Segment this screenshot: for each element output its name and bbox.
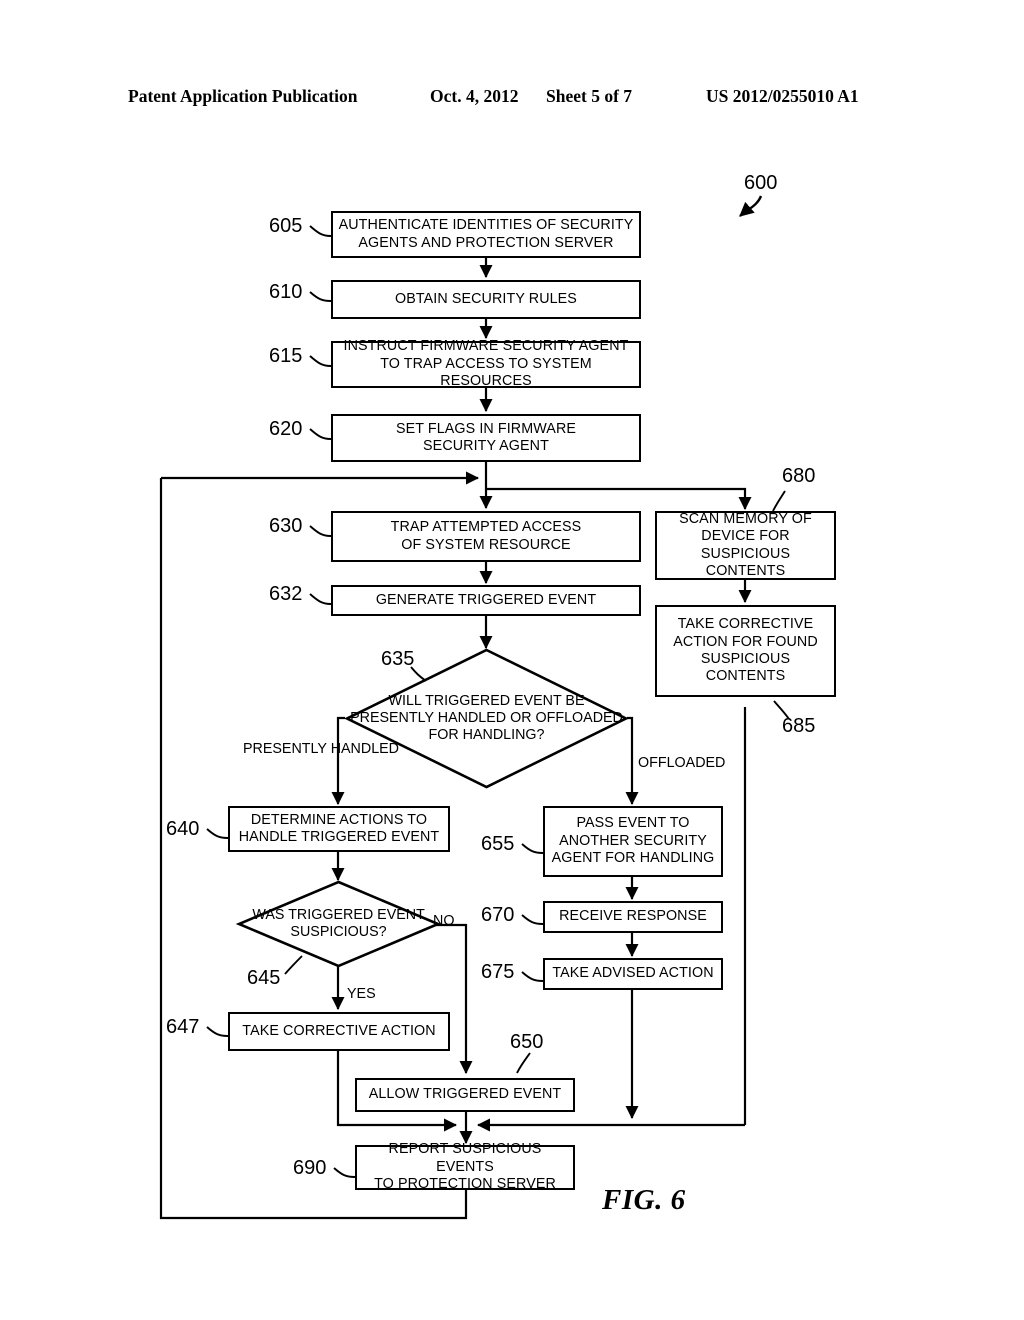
ref-630: 630 — [269, 515, 303, 537]
ref-690: 690 — [293, 1157, 327, 1179]
ref-645: 645 — [247, 967, 281, 989]
ref-600: 600 — [744, 172, 778, 194]
ref-640: 640 — [166, 818, 200, 840]
ref-615: 615 — [269, 345, 303, 367]
ref-635: 635 — [381, 648, 415, 670]
reference-leaders — [206, 225, 790, 1178]
ref-610: 610 — [269, 281, 303, 303]
figure-caption: FIG. 6 — [602, 1184, 686, 1216]
ref-647: 647 — [166, 1016, 200, 1038]
ref-620: 620 — [269, 418, 303, 440]
ref-680: 680 — [782, 465, 816, 487]
ref-675: 675 — [481, 961, 515, 983]
ref-605: 605 — [269, 215, 303, 237]
patent-sheet: Patent Application Publication Oct. 4, 2… — [0, 0, 1024, 1320]
ref-632: 632 — [269, 583, 303, 605]
ref-650: 650 — [510, 1031, 544, 1053]
ref-655: 655 — [481, 833, 515, 855]
ref-685: 685 — [782, 715, 816, 737]
ref-670: 670 — [481, 904, 515, 926]
